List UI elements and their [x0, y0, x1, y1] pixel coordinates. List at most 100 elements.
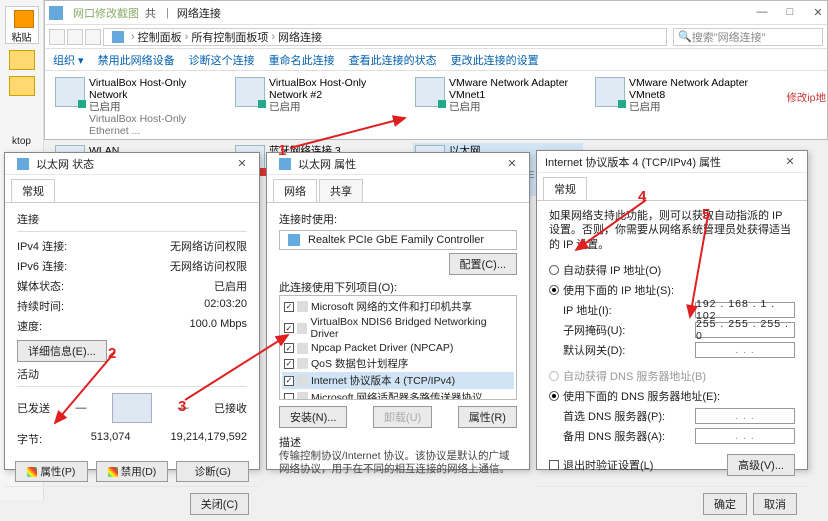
protocol-icon	[297, 301, 308, 312]
close-icon[interactable]: ✕	[233, 157, 251, 170]
duration-label: 持续时间:	[17, 298, 64, 314]
details-button[interactable]: 详细信息(E)...	[17, 340, 107, 362]
annotation-5: 5	[702, 206, 710, 223]
network-icon	[49, 6, 63, 20]
media-label: 媒体状态:	[17, 278, 64, 294]
connection-item[interactable]: VirtualBox Host-Only Network已启用VirtualBo…	[53, 75, 223, 139]
paste-button[interactable]: 粘贴	[5, 6, 39, 44]
network-items-list[interactable]: ✓Microsoft 网络的文件和打印机共享 ✓VirtualBox NDIS6…	[279, 295, 517, 400]
rename-connection[interactable]: 重命名此连接	[269, 52, 335, 68]
description-text: 传输控制协议/Internet 协议。该协议是默认的广域网络协议，用于在不同的相…	[279, 450, 517, 476]
ipv4-properties-dialog: Internet 协议版本 4 (TCP/IPv4) 属性 ✕ 常规 如果网络支持…	[536, 150, 808, 470]
close-icon[interactable]: ✕	[503, 157, 521, 170]
view-status[interactable]: 查看此连接的状态	[349, 52, 437, 68]
properties-button[interactable]: 属性(P)	[15, 461, 88, 482]
radio-label: 自动获得 DNS 服务器地址(B)	[563, 368, 706, 384]
nav-forward-icon[interactable]	[67, 29, 83, 45]
connection-item[interactable]: VirtualBox Host-Only Network #2已启用	[233, 75, 403, 139]
disable-button[interactable]: 禁用(D)	[96, 461, 169, 482]
bytes-label: 字节:	[17, 431, 42, 447]
folder-icon	[9, 76, 35, 96]
explorer-titlebar: 网口修改截图 共 | 网络连接 — □ ✕	[45, 1, 827, 25]
duration-value: 02:03:20	[204, 298, 247, 314]
adapter-icon	[55, 77, 85, 107]
protocol-icon	[297, 358, 308, 369]
dialog-title: Internet 协议版本 4 (TCP/IPv4) 属性	[545, 154, 721, 170]
diagnose-connection[interactable]: 诊断这个连接	[189, 52, 255, 68]
breadcrumb[interactable]: › 控制面板 › 所有控制面板项 › 网络连接	[103, 28, 667, 46]
section-connection: 连接	[17, 211, 247, 227]
adapter-icon	[415, 77, 445, 107]
validate-label: 退出时验证设置(L)	[563, 457, 653, 473]
dns2-input[interactable]: . . .	[695, 428, 795, 444]
checkbox[interactable]: ✓	[284, 343, 294, 353]
app-tab-1[interactable]: 网口修改截图	[73, 5, 139, 21]
breadcrumb-seg[interactable]: 所有控制面板项	[191, 29, 268, 45]
disable-device[interactable]: 禁用此网络设备	[98, 52, 175, 68]
organize-menu[interactable]: 组织 ▾	[53, 52, 84, 68]
tab-general[interactable]: 常规	[543, 177, 587, 200]
close-button[interactable]: 关闭(C)	[190, 493, 249, 515]
search-input[interactable]: 🔍 搜索"网络连接"	[673, 28, 823, 46]
protocol-icon	[297, 343, 308, 354]
app-tab-2[interactable]: 共	[145, 5, 156, 21]
minimize-icon[interactable]: —	[753, 6, 771, 19]
speed-value: 100.0 Mbps	[190, 318, 247, 334]
radio-use-dns[interactable]	[549, 391, 559, 401]
connection-item[interactable]: VMware Network Adapter VMnet8已启用	[593, 75, 763, 139]
validate-checkbox[interactable]	[549, 460, 559, 470]
checkbox[interactable]: ✓	[284, 359, 294, 369]
breadcrumb-bar: › 控制面板 › 所有控制面板项 › 网络连接 🔍 搜索"网络连接"	[45, 25, 827, 49]
nav-up-icon[interactable]	[85, 29, 101, 45]
uninstall-button[interactable]: 卸载(U)	[373, 406, 432, 428]
dns1-label: 首选 DNS 服务器(P):	[563, 408, 665, 424]
gateway-input[interactable]: . . .	[695, 342, 795, 358]
folder-icon	[9, 50, 35, 70]
ethernet-icon	[17, 158, 29, 170]
radio-auto-ip[interactable]	[549, 265, 559, 275]
annotation-2: 2	[108, 345, 116, 362]
ip-input[interactable]: 192 . 168 . 1 . 102	[695, 302, 795, 318]
shield-icon	[108, 467, 118, 477]
radio-use-ip[interactable]	[549, 285, 559, 295]
mask-label: 子网掩码(U):	[563, 322, 625, 338]
cancel-button[interactable]: 取消	[753, 493, 797, 515]
protocol-icon	[297, 392, 308, 400]
diagnose-button[interactable]: 诊断(G)	[176, 461, 249, 482]
install-button[interactable]: 安装(N)...	[279, 406, 347, 428]
ipv4-value: 无网络访问权限	[170, 238, 247, 254]
dns1-input[interactable]: . . .	[695, 408, 795, 424]
nav-back-icon[interactable]	[49, 29, 65, 45]
annotation-1: 1	[278, 142, 286, 159]
ipv6-value: 无网络访问权限	[170, 258, 247, 274]
item-properties-button[interactable]: 属性(R)	[458, 406, 517, 428]
tab-network[interactable]: 网络	[273, 179, 317, 202]
ok-button[interactable]: 确定	[703, 493, 747, 515]
checkbox[interactable]: ✓	[284, 376, 294, 386]
ip-label: IP 地址(I):	[563, 302, 612, 318]
intro-text: 如果网络支持此功能，则可以获取自动指派的 IP 设置。否则，你需要从网络系统管理…	[549, 209, 795, 252]
checkbox[interactable]	[284, 393, 294, 401]
configure-button[interactable]: 配置(C)...	[449, 253, 517, 275]
close-icon[interactable]: ✕	[781, 155, 799, 168]
ethernet-icon	[279, 158, 291, 170]
tab-sharing[interactable]: 共享	[319, 179, 363, 202]
section-activity: 活动	[17, 366, 247, 382]
breadcrumb-seg[interactable]: 网络连接	[278, 29, 322, 45]
breadcrumb-seg[interactable]: 控制面板	[138, 29, 182, 45]
checkbox[interactable]: ✓	[284, 302, 294, 312]
mask-input[interactable]: 255 . 255 . 255 . 0	[695, 322, 795, 338]
tab-general[interactable]: 常规	[11, 179, 55, 202]
window-title: 网络连接	[177, 5, 221, 21]
side-note: 修改ip地	[786, 90, 826, 105]
maximize-icon[interactable]: □	[781, 6, 799, 19]
checkbox[interactable]: ✓	[284, 323, 294, 333]
advanced-button[interactable]: 高级(V)...	[727, 454, 795, 476]
connection-item[interactable]: VMware Network Adapter VMnet1已启用	[413, 75, 583, 139]
close-icon[interactable]: ✕	[809, 6, 827, 19]
radio-label: 使用下面的 IP 地址(S):	[563, 282, 674, 298]
explorer-toolbar: 组织 ▾ 禁用此网络设备 诊断这个连接 重命名此连接 查看此连接的状态 更改此连…	[45, 49, 827, 71]
arrow-icon: —	[76, 402, 87, 414]
change-settings[interactable]: 更改此连接的设置	[451, 52, 539, 68]
dialog-title: 以太网 属性	[298, 156, 356, 172]
